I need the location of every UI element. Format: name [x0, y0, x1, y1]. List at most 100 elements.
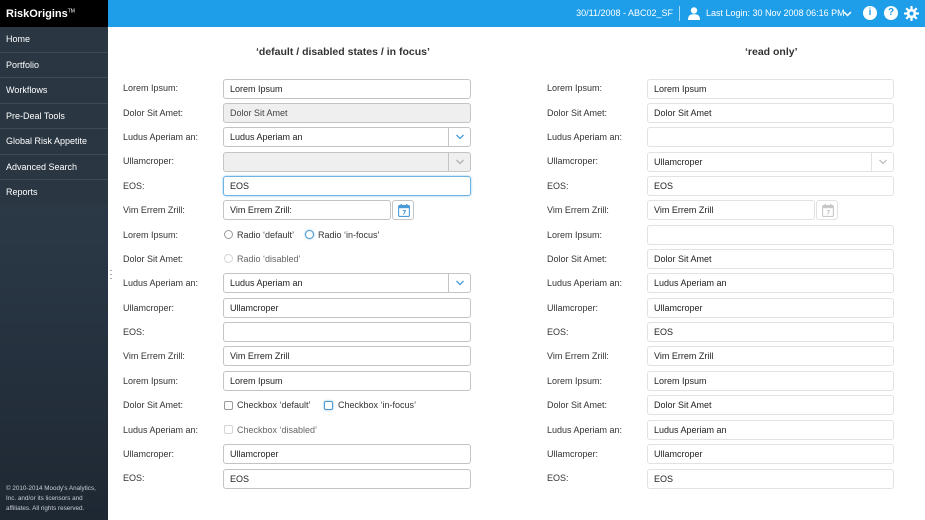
- header-divider: [679, 6, 680, 21]
- info-icon[interactable]: i: [863, 6, 877, 20]
- right-label: EOS:: [547, 327, 569, 337]
- sidebar: RiskOriginsTM Home Portfolio Workflows P…: [0, 0, 108, 520]
- right-label: Lorem Ipsum:: [547, 230, 603, 240]
- readonly-field: Lorem Ipsum: [647, 79, 894, 99]
- header-date-context[interactable]: 30/11/2008 - ABC02_SF: [576, 8, 673, 18]
- radio-in-focus[interactable]: [305, 230, 314, 239]
- lorem-ipsum-input-2[interactable]: Lorem Ipsum: [223, 371, 471, 391]
- readonly-field: [647, 127, 894, 147]
- readonly-field: EOS: [647, 469, 894, 489]
- copyright-text: © 2010-2014 Moody's Analytics, Inc. and/…: [6, 485, 96, 512]
- calendar-icon: [816, 200, 838, 220]
- ullamcroper-input[interactable]: Ullamcroper: [223, 298, 471, 318]
- left-label: Vim Errem Zrill:: [123, 351, 185, 361]
- select-value: Ludus Aperiam an: [230, 132, 303, 142]
- sidebar-filler: [0, 205, 108, 520]
- right-label: Ullamcroper:: [547, 303, 599, 313]
- sidebar-item-advanced-search[interactable]: Advanced Search: [0, 154, 108, 180]
- readonly-field: Ludus Aperiam an: [647, 420, 894, 440]
- radio-disabled-label: Radio ‘disabled’: [237, 254, 301, 264]
- sidebar-item-portfolio[interactable]: Portfolio: [0, 52, 108, 78]
- calendar-icon[interactable]: [392, 200, 414, 220]
- readonly-field: Dolor Sit Amet: [647, 103, 894, 123]
- readonly-select: Ullamcroper: [647, 152, 894, 172]
- left-label: Ullamcroper:: [123, 303, 175, 313]
- right-label: Ullamcroper:: [547, 156, 599, 166]
- left-label: Ullamcroper:: [123, 449, 175, 459]
- header-last-login[interactable]: Last Login: 30 Nov 2008 06:16 PM: [706, 8, 845, 18]
- ludus-aperiam-select-2[interactable]: Ludus Aperiam an: [223, 273, 471, 293]
- left-label: Vim Errem Zrill:: [123, 205, 185, 215]
- user-icon[interactable]: [687, 6, 701, 20]
- eos-input-empty[interactable]: [223, 322, 471, 342]
- brand-tm: TM: [67, 8, 75, 15]
- chevron-down-icon[interactable]: [448, 274, 470, 292]
- left-label: Lorem Ipsum:: [123, 83, 179, 93]
- right-label: Ludus Aperiam an:: [547, 132, 623, 142]
- select-value: Ludus Aperiam an: [230, 278, 303, 288]
- checkbox-default[interactable]: [224, 401, 233, 410]
- sidebar-resize-handle[interactable]: · · ·: [109, 266, 113, 283]
- right-label: Vim Errem Zrill:: [547, 351, 609, 361]
- readonly-field: Lorem Ipsum: [647, 371, 894, 391]
- help-icon[interactable]: ?: [884, 6, 898, 20]
- readonly-field: [647, 225, 894, 245]
- chevron-down-icon[interactable]: [843, 9, 852, 18]
- left-label: Ludus Aperiam an:: [123, 132, 199, 142]
- chevron-down-icon: [448, 153, 470, 171]
- checkbox-disabled-label: Checkbox ‘disabled’: [237, 425, 318, 435]
- chevron-down-icon[interactable]: [448, 128, 470, 146]
- left-label: Ludus Aperiam an:: [123, 425, 199, 435]
- sidebar-item-reports[interactable]: Reports: [0, 180, 108, 206]
- sidebar-item-global-risk-appetite[interactable]: Global Risk Appetite: [0, 129, 108, 155]
- right-label: EOS:: [547, 181, 569, 191]
- brand-logo[interactable]: RiskOriginsTM: [0, 0, 108, 27]
- left-label: Ullamcroper:: [123, 156, 175, 166]
- dolor-sit-amet-input-disabled: Dolor Sit Amet: [223, 103, 471, 123]
- readonly-field: Vim Errem Zrill: [647, 346, 894, 366]
- vim-errem-zrill-input[interactable]: Vim Errem Zrill: [223, 346, 471, 366]
- left-label: EOS:: [123, 327, 145, 337]
- radio-default[interactable]: [224, 230, 233, 239]
- readonly-field: Dolor Sit Amet: [647, 249, 894, 269]
- top-header: 30/11/2008 - ABC02_SF Last Login: 30 Nov…: [108, 0, 925, 27]
- eos-input-2[interactable]: EOS: [223, 469, 471, 489]
- right-label: Dolor Sit Amet:: [547, 108, 608, 118]
- radio-in-focus-label[interactable]: Radio ‘in-focus’: [318, 230, 380, 240]
- ullamcroper-select-disabled: [223, 152, 471, 172]
- radio-default-label[interactable]: Radio ‘default’: [237, 230, 294, 240]
- right-label: Dolor Sit Amet:: [547, 254, 608, 264]
- vim-errem-zrill-date-input[interactable]: Vim Errem Zrill:: [223, 200, 391, 220]
- checkbox-disabled: [224, 425, 233, 434]
- readonly-date-field: Vim Errem Zrill: [647, 200, 815, 220]
- left-label: Dolor Sit Amet:: [123, 400, 184, 410]
- checkbox-in-focus[interactable]: [324, 401, 333, 410]
- eos-input-focused[interactable]: EOS: [223, 176, 471, 196]
- readonly-field: Ullamcroper: [647, 444, 894, 464]
- sidebar-item-workflows[interactable]: Workflows: [0, 78, 108, 104]
- readonly-field: Ludus Aperiam an: [647, 273, 894, 293]
- right-label: Ullamcroper:: [547, 449, 599, 459]
- checkbox-default-label[interactable]: Checkbox ‘default’: [237, 400, 311, 410]
- left-label: Lorem Ipsum:: [123, 230, 179, 240]
- left-column-title: ‘default / disabled states / in focus’: [256, 46, 430, 58]
- checkbox-in-focus-label[interactable]: Checkbox ‘in-focus’: [338, 400, 416, 410]
- lorem-ipsum-input[interactable]: Lorem Ipsum: [223, 79, 471, 99]
- readonly-field: Dolor Sit Amet: [647, 395, 894, 415]
- left-label: Lorem Ipsum:: [123, 376, 179, 386]
- right-label: Lorem Ipsum:: [547, 376, 603, 386]
- select-value: Ullamcroper: [654, 157, 703, 167]
- left-label: Ludus Aperiam an:: [123, 278, 199, 288]
- right-label: Dolor Sit Amet:: [547, 400, 608, 410]
- radio-disabled: [224, 254, 233, 263]
- sidebar-item-home[interactable]: Home: [0, 27, 108, 53]
- ullamcroper-input-2[interactable]: Ullamcroper: [223, 444, 471, 464]
- right-label: EOS:: [547, 473, 569, 483]
- right-label: Lorem Ipsum:: [547, 83, 603, 93]
- left-label: EOS:: [123, 473, 145, 483]
- chevron-down-icon: [871, 153, 893, 171]
- sidebar-item-pre-deal-tools[interactable]: Pre-Deal Tools: [0, 103, 108, 129]
- gear-icon[interactable]: [904, 6, 919, 21]
- right-label: Ludus Aperiam an:: [547, 278, 623, 288]
- ludus-aperiam-select[interactable]: Ludus Aperiam an: [223, 127, 471, 147]
